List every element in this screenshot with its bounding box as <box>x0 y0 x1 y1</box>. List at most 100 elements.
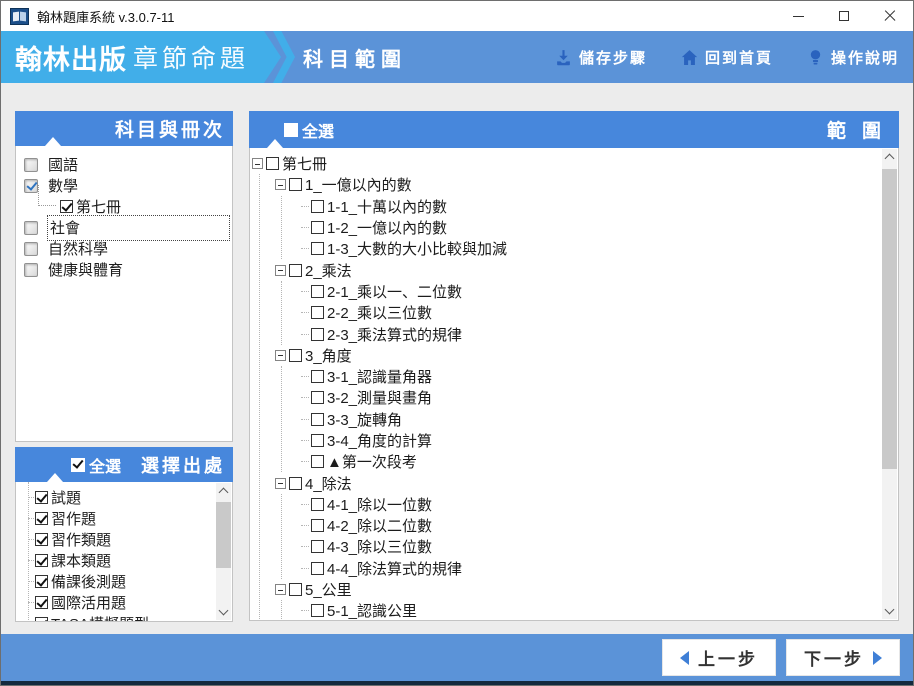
source-scrollbar[interactable] <box>216 483 231 620</box>
tree-parent-row[interactable]: 3_角度 <box>275 345 898 366</box>
scroll-down-icon[interactable] <box>884 604 894 615</box>
scope-scrollbar[interactable] <box>882 149 897 619</box>
scope-select-all[interactable]: 全選 <box>284 118 334 142</box>
tree-checkbox[interactable] <box>311 327 324 341</box>
collapse-icon[interactable] <box>252 158 263 170</box>
previous-step-button[interactable]: 上一步 <box>662 639 776 676</box>
tree-checkbox[interactable] <box>311 519 324 533</box>
source-checkbox[interactable] <box>35 596 48 609</box>
source-select-all[interactable]: 全選 <box>71 453 121 477</box>
subject-checkbox[interactable] <box>24 241 38 256</box>
tree-checkbox[interactable] <box>311 412 324 426</box>
collapse-icon[interactable] <box>275 264 286 276</box>
source-checkbox[interactable] <box>35 533 48 546</box>
close-button[interactable] <box>867 1 913 31</box>
source-checkbox[interactable] <box>35 554 48 567</box>
tree-checkbox[interactable] <box>311 434 324 447</box>
scope-scrollbar-thumb[interactable] <box>882 169 897 469</box>
collapse-icon[interactable] <box>275 584 286 596</box>
maximize-button[interactable] <box>821 1 867 31</box>
collapse-icon[interactable] <box>275 349 286 361</box>
scroll-down-icon[interactable] <box>218 605 228 616</box>
source-checkbox[interactable] <box>35 617 48 621</box>
source-item[interactable]: 習作題 <box>16 508 232 529</box>
source-item[interactable]: TASA模擬題型 <box>16 613 232 621</box>
tree-parent-row[interactable]: 1_一億以內的數 <box>275 174 898 195</box>
tree-checkbox[interactable] <box>311 604 324 618</box>
subject-checkbox[interactable] <box>24 262 38 277</box>
tree-checkbox[interactable] <box>311 199 324 213</box>
tree-checkbox[interactable] <box>311 221 324 235</box>
source-item[interactable]: 試題 <box>16 487 232 508</box>
tree-checkbox[interactable] <box>311 497 324 511</box>
source-item[interactable]: 國際活用題 <box>16 592 232 613</box>
tree-parent-row[interactable]: 4_除法 <box>275 472 898 493</box>
tree-leaf-row[interactable]: 2-1_乘以一、二位數 <box>301 281 898 302</box>
source-item[interactable]: 習作類題 <box>16 529 232 550</box>
source-select-all-checkbox[interactable] <box>71 457 85 472</box>
subject-checkbox[interactable] <box>24 157 38 172</box>
tree-leaf-row[interactable]: 3-2_測量與畫角 <box>301 387 898 408</box>
tree-parent-row[interactable]: 5_公里 <box>275 579 898 600</box>
tree-checkbox[interactable] <box>289 263 302 277</box>
source-panel-title: 選擇出處 <box>141 455 225 476</box>
tree-leaf-row[interactable]: 2-3_乘法算式的規律 <box>301 323 898 344</box>
tree-leaf-row[interactable]: 1-3_大數的大小比較與加減 <box>301 238 898 259</box>
tree-checkbox[interactable] <box>311 561 324 575</box>
scroll-up-icon[interactable] <box>884 153 894 164</box>
source-item[interactable]: 課本類題 <box>16 550 232 571</box>
subject-item[interactable]: 社會 <box>16 214 232 241</box>
tree-leaf-row[interactable]: 5-1_認識公里 <box>301 600 898 620</box>
tree-checkbox[interactable] <box>311 391 324 405</box>
subject-item[interactable]: 國語 <box>16 154 232 175</box>
source-scrollbar-thumb[interactable] <box>216 502 231 568</box>
tree-checkbox[interactable] <box>311 284 324 298</box>
tree-leaf-row[interactable]: 3-4_角度的計算 <box>301 430 898 451</box>
tree-checkbox[interactable] <box>289 348 302 362</box>
volume-checkbox[interactable] <box>60 200 73 213</box>
tree-checkbox[interactable] <box>311 540 324 554</box>
tree-checkbox[interactable] <box>311 370 324 384</box>
collapse-icon[interactable] <box>275 477 286 489</box>
tree-parent-row[interactable]: 第七冊 <box>252 153 898 174</box>
tree-checkbox[interactable] <box>311 306 324 320</box>
tree-leaf-row[interactable]: 3-3_旋轉角 <box>301 409 898 430</box>
scope-select-all-checkbox[interactable] <box>284 122 298 137</box>
source-item[interactable]: 備課後測題 <box>16 571 232 592</box>
tree-leaf-row[interactable]: 4-4_除法算式的規律 <box>301 558 898 579</box>
minimize-button[interactable] <box>775 1 821 31</box>
tree-checkbox[interactable] <box>311 242 324 256</box>
tree-checkbox[interactable] <box>289 583 302 597</box>
tree-leaf-row[interactable]: ▲第一次段考 <box>301 451 898 472</box>
tree-label: 1-2_一億以內的數 <box>327 220 448 238</box>
subject-checkbox[interactable] <box>24 178 38 193</box>
help-button[interactable]: 操作說明 <box>807 47 899 68</box>
home-button[interactable]: 回到首頁 <box>681 47 773 68</box>
page-title: 科目範圍 <box>303 48 407 71</box>
subject-label: 自然科學 <box>48 241 109 258</box>
tree-checkbox[interactable] <box>266 157 279 171</box>
tree-checkbox[interactable] <box>289 178 302 192</box>
collapse-icon[interactable] <box>275 179 286 191</box>
tree-checkbox[interactable] <box>311 455 324 469</box>
source-checkbox[interactable] <box>35 575 48 588</box>
tree-leaf-row[interactable]: 3-1_認識量角器 <box>301 366 898 387</box>
tree-leaf-row[interactable]: 1-1_十萬以內的數 <box>301 196 898 217</box>
scroll-up-icon[interactable] <box>218 487 228 498</box>
source-checkbox[interactable] <box>35 491 48 504</box>
tree-leaf-row[interactable]: 4-3_除以三位數 <box>301 536 898 557</box>
subject-item[interactable]: 自然科學 <box>16 238 232 259</box>
tree-leaf-row[interactable]: 4-2_除以二位數 <box>301 515 898 536</box>
tree-checkbox[interactable] <box>289 476 302 490</box>
save-steps-button[interactable]: 儲存步驟 <box>555 47 647 68</box>
tree-leaf-row[interactable]: 4-1_除以一位數 <box>301 494 898 515</box>
tree-label: 3_角度 <box>305 347 352 365</box>
tree-parent-row[interactable]: 2_乘法 <box>275 259 898 280</box>
tree-leaf-row[interactable]: 1-2_一億以內的數 <box>301 217 898 238</box>
next-step-button[interactable]: 下一步 <box>786 639 900 676</box>
source-checkbox[interactable] <box>35 512 48 525</box>
subject-checkbox[interactable] <box>24 220 38 235</box>
tree-leaf-row[interactable]: 2-2_乘以三位數 <box>301 302 898 323</box>
volume-item[interactable]: 第七冊 <box>16 185 232 217</box>
subject-item[interactable]: 健康與體育 <box>16 259 232 280</box>
